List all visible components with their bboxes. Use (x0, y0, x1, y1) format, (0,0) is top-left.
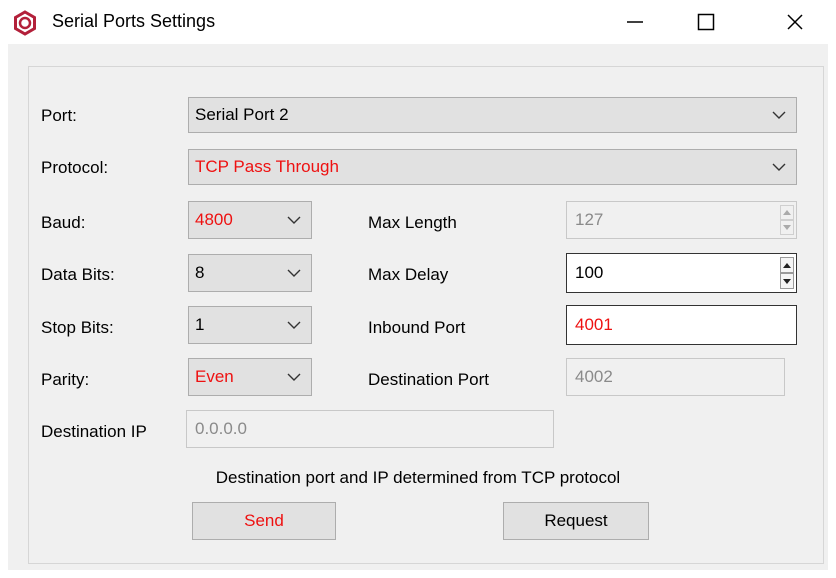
chevron-down-icon (762, 150, 796, 184)
close-button[interactable] (765, 0, 825, 44)
max-delay-value: 100 (575, 263, 604, 282)
send-button[interactable]: Send (192, 502, 336, 540)
parity-value: Even (195, 367, 234, 386)
data-bits-select[interactable]: 8 (188, 254, 312, 292)
max-length-spinner[interactable]: 127 (566, 201, 797, 239)
window-title: Serial Ports Settings (52, 11, 216, 31)
protocol-label: Protocol: (41, 158, 109, 177)
close-icon (787, 14, 803, 30)
dialog-body: Port: Serial Port 2 Protocol: TCP Pass T… (8, 44, 828, 570)
destination-ip-value: 0.0.0.0 (195, 419, 247, 438)
port-label: Port: (41, 106, 77, 125)
spin-up-icon[interactable] (780, 257, 794, 273)
max-length-value: 127 (575, 210, 604, 229)
spin-down-icon[interactable] (780, 220, 794, 235)
spin-up-icon[interactable] (780, 205, 794, 220)
max-delay-label: Max Delay (368, 265, 449, 284)
chevron-down-icon (762, 98, 796, 132)
inbound-port-label: Inbound Port (368, 318, 466, 337)
request-button[interactable]: Request (503, 502, 649, 540)
stop-bits-value: 1 (195, 315, 205, 334)
destination-port-value: 4002 (575, 367, 613, 386)
data-bits-label: Data Bits: (41, 265, 115, 284)
baud-value: 4800 (195, 210, 233, 229)
destination-port-label: Destination Port (368, 370, 489, 389)
spin-down-icon[interactable] (780, 273, 794, 289)
minimize-button[interactable] (605, 0, 665, 44)
maximize-icon (697, 13, 715, 31)
spinner-arrows (780, 205, 794, 235)
minimize-icon (627, 21, 643, 23)
app-logo-icon (14, 10, 36, 36)
protocol-value: TCP Pass Through (195, 157, 339, 176)
chevron-down-icon (277, 359, 311, 395)
protocol-note: Destination port and IP determined from … (215, 468, 621, 487)
maximize-button[interactable] (676, 0, 736, 44)
stop-bits-select[interactable]: 1 (188, 306, 312, 344)
max-length-label: Max Length (368, 213, 457, 232)
chevron-down-icon (277, 255, 311, 291)
title-bar: Serial Ports Settings (0, 0, 836, 44)
destination-ip-input[interactable]: 0.0.0.0 (186, 410, 554, 448)
destination-ip-label: Destination IP (41, 422, 147, 441)
baud-select[interactable]: 4800 (188, 201, 312, 239)
port-value: Serial Port 2 (195, 105, 289, 124)
spinner-arrows (780, 257, 794, 289)
max-delay-spinner[interactable]: 100 (566, 253, 797, 293)
destination-port-input[interactable]: 4002 (566, 358, 785, 396)
baud-label: Baud: (41, 213, 86, 232)
chevron-down-icon (277, 307, 311, 343)
chevron-down-icon (277, 202, 311, 238)
parity-select[interactable]: Even (188, 358, 312, 396)
protocol-select[interactable]: TCP Pass Through (188, 149, 797, 185)
inbound-port-value: 4001 (575, 315, 613, 334)
data-bits-value: 8 (195, 263, 205, 282)
parity-label: Parity: (41, 370, 90, 389)
inbound-port-input[interactable]: 4001 (566, 305, 797, 345)
stop-bits-label: Stop Bits: (41, 318, 114, 337)
port-select[interactable]: Serial Port 2 (188, 97, 797, 133)
